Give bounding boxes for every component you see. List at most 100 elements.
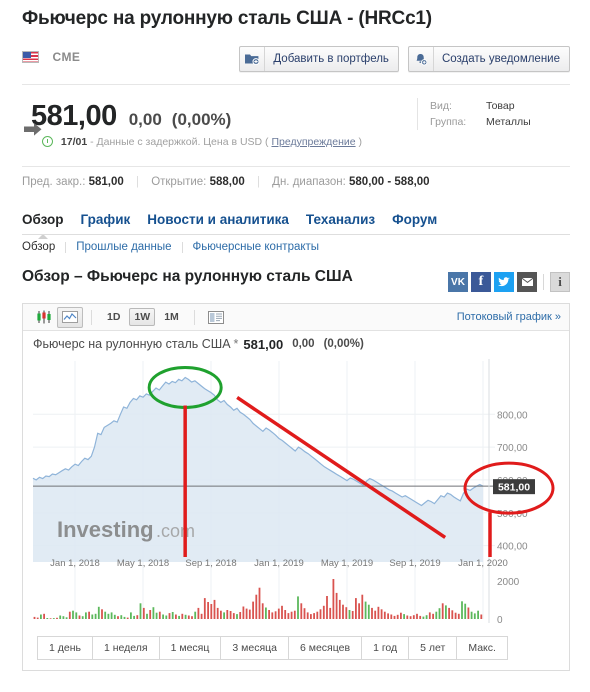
chart-last-price: 581,00 — [243, 336, 284, 352]
range-1-day[interactable]: 1 день — [37, 636, 92, 660]
chart-title-row: Фьючерс на рулонную сталь США * 581,00 0… — [23, 331, 569, 357]
clock-icon — [42, 136, 53, 147]
last-price: 581,00 — [31, 100, 117, 132]
stats-sep-1: | — [135, 176, 139, 188]
day-range-label: Дн. диапазон: — [272, 176, 346, 188]
table-view-icon[interactable] — [203, 307, 229, 328]
stats-sep-2: | — [256, 176, 260, 188]
day-range-value: 580,00 - 588,00 — [349, 176, 430, 188]
stats-divider — [22, 166, 570, 167]
chart-change: 0,00 — [292, 338, 315, 350]
range-buttons: 1 день 1 неделя 1 месяц 3 месяца 6 месяц… — [37, 636, 508, 660]
email-icon[interactable] — [517, 272, 537, 292]
meta-group-value: Металлы — [486, 116, 531, 128]
quote-time: 17/01 — [60, 136, 88, 148]
tab-technical[interactable]: Теханализ — [306, 212, 375, 233]
candlestick-chart-icon[interactable] — [31, 307, 57, 328]
svg-text:2000: 2000 — [497, 577, 520, 588]
line-chart-icon[interactable] — [57, 306, 83, 328]
meta-kind-value: Товар — [486, 100, 515, 112]
interval-1m[interactable]: 1M — [159, 308, 184, 326]
toolbar-sep-1 — [91, 309, 92, 325]
chart-instrument-name: Фьючерс на рулонную сталь США — [33, 337, 231, 351]
subnav-item-contracts[interactable]: Фьючерсные контракты — [193, 241, 320, 253]
create-alert-button[interactable]: Создать уведомление — [407, 46, 570, 72]
svg-text:Sep 1, 2018: Sep 1, 2018 — [185, 558, 236, 569]
price-chart[interactable]: Investing.com800,00700,00600,00500,00400… — [23, 357, 569, 648]
tab-overview[interactable]: Обзор — [22, 212, 64, 233]
add-to-portfolio-button[interactable]: Добавить в портфель — [239, 46, 399, 72]
main-tabs: Обзор График Новости и аналитика Теханал… — [22, 212, 437, 233]
svg-text:400,00: 400,00 — [497, 542, 528, 553]
svg-text:Sep 1, 2019: Sep 1, 2019 — [389, 558, 440, 569]
chart-toolbar: 1D 1W 1M Потоковый график » — [23, 304, 569, 331]
interval-1w[interactable]: 1W — [129, 308, 156, 326]
meta-kind-label: Вид: — [430, 100, 452, 112]
range-1-year[interactable]: 1 год — [361, 636, 409, 660]
chart-widget: 1D 1W 1M Потоковый график » Фьючерс на р… — [22, 303, 570, 671]
svg-text:Investing: Investing — [57, 517, 154, 542]
instrument-meta: Вид: Товар Группа: Металлы — [417, 98, 570, 130]
svg-text:.com: .com — [156, 521, 195, 541]
tabs-divider — [22, 234, 570, 235]
svg-text:Jan 1, 2018: Jan 1, 2018 — [50, 558, 100, 569]
bell-alert-icon — [409, 47, 434, 71]
daily-stats: Пред. закр.: 581,00 | Открытие: 588,00 |… — [22, 176, 430, 188]
svg-text:Jan 1, 2019: Jan 1, 2019 — [254, 558, 304, 569]
quote-timestamp-row: 17/01 - Данные с задержкой. Цена в USD (… — [42, 136, 362, 148]
range-1-week[interactable]: 1 неделя — [92, 636, 159, 660]
svg-text:800,00: 800,00 — [497, 410, 528, 421]
exchange-name: CME — [52, 49, 81, 64]
range-5-years[interactable]: 5 лет — [408, 636, 457, 660]
header-divider — [22, 84, 570, 85]
price-change-percent: (0,00%) — [171, 110, 232, 129]
chart-change-percent: (0,00%) — [323, 338, 364, 350]
meta-group-label: Группа: — [430, 116, 467, 128]
range-3-months[interactable]: 3 месяца — [220, 636, 288, 660]
social-share-bar: VK f i — [448, 272, 570, 292]
price-change: 0,00 — [128, 110, 162, 129]
subnav-item-historical[interactable]: Прошлые данные — [76, 241, 171, 253]
prev-close-value: 581,00 — [88, 176, 124, 188]
subnav-sep-2 — [181, 241, 183, 253]
meta-row-group: Группа: Металлы — [430, 114, 570, 130]
subnav-item-overview[interactable]: Обзор — [22, 241, 55, 253]
portfolio-add-icon — [240, 47, 266, 71]
disclaimer-link[interactable]: Предупреждение — [271, 136, 355, 148]
quote-delay-text: - Данные с задержкой. Цена в USD ( — [90, 136, 269, 148]
twitter-icon[interactable] — [494, 272, 514, 292]
chart-star-marker: * — [233, 337, 239, 351]
range-6-months[interactable]: 6 месяцев — [287, 636, 362, 660]
range-1-month[interactable]: 1 месяц — [158, 636, 221, 660]
quote-page: Фьючерс на рулонную сталь США - (HRCc1) … — [0, 0, 590, 692]
sub-nav: Обзор Прошлые данные Фьючерсные контракт… — [22, 241, 319, 253]
us-flag-icon — [22, 50, 39, 63]
facebook-icon[interactable]: f — [471, 272, 491, 292]
social-divider — [543, 274, 544, 290]
tab-news[interactable]: Новости и аналитика — [147, 212, 289, 233]
svg-text:0: 0 — [497, 615, 503, 626]
quote-delay-text-end: ) — [358, 136, 363, 148]
section-heading: Обзор – Фьючерс на рулонную сталь США — [22, 268, 353, 285]
range-max[interactable]: Макс. — [456, 636, 508, 660]
interval-1d[interactable]: 1D — [102, 308, 125, 326]
meta-row-kind: Вид: Товар — [430, 98, 570, 114]
header-actions: Добавить в портфель Создать уведомление — [239, 46, 570, 72]
svg-text:700,00: 700,00 — [497, 443, 528, 454]
tab-chart[interactable]: График — [81, 212, 131, 233]
open-value: 588,00 — [209, 176, 245, 188]
prev-close-label: Пред. закр.: — [22, 176, 86, 188]
subnav-sep-1 — [65, 241, 67, 253]
svg-text:Jan 1, 2020: Jan 1, 2020 — [458, 558, 508, 569]
svg-text:May 1, 2018: May 1, 2018 — [117, 558, 169, 569]
svg-text:581,00: 581,00 — [498, 482, 530, 494]
vk-icon[interactable]: VK — [448, 272, 468, 292]
toolbar-sep-2 — [193, 309, 195, 325]
streaming-chart-link[interactable]: Потоковый график » — [457, 311, 561, 323]
page-title: Фьючерс на рулонную сталь США - (HRCc1) — [22, 8, 432, 29]
info-icon[interactable]: i — [550, 272, 570, 292]
add-to-portfolio-label: Добавить в портфель — [273, 53, 389, 65]
quote-block: 581,00 0,00 (0,00%) — [24, 100, 232, 136]
chart-canvas: Investing.com800,00700,00600,00500,00400… — [32, 359, 555, 626]
tab-forum[interactable]: Форум — [392, 212, 437, 233]
